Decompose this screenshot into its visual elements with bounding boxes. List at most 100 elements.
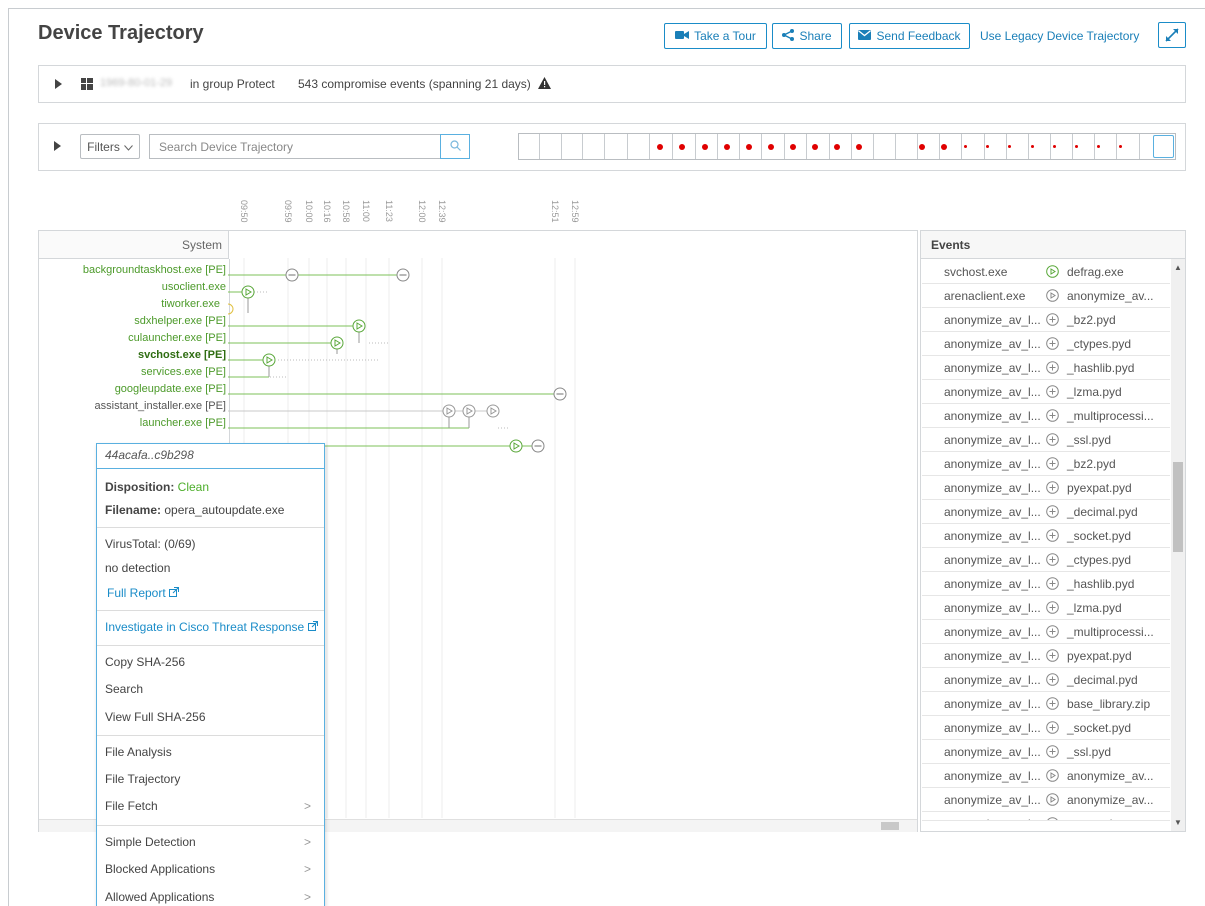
timeline-event-dot[interactable]: [919, 144, 925, 150]
timeline-event-dot[interactable]: [768, 144, 774, 150]
timeline-event-dot[interactable]: [812, 144, 818, 150]
event-row[interactable]: anonymize_av_l... _socket.pyd: [922, 717, 1170, 740]
scroll-down-icon[interactable]: ▼: [1174, 818, 1182, 827]
send-feedback-button[interactable]: Send Feedback: [849, 23, 970, 49]
device-hostname[interactable]: 1969-80-01-29: [100, 77, 172, 89]
timeline-event-dot-small[interactable]: [1075, 145, 1078, 148]
timeline-segment[interactable]: [984, 134, 985, 159]
timeline-event-dot[interactable]: [657, 144, 663, 150]
share-button[interactable]: Share: [772, 23, 842, 49]
timeline-segment[interactable]: [672, 134, 673, 159]
take-a-tour-button[interactable]: Take a Tour: [664, 23, 767, 49]
timeline-segment[interactable]: [1028, 134, 1029, 159]
event-row[interactable]: anonymize_av_l... _lzma.pyd: [922, 597, 1170, 620]
legacy-trajectory-link[interactable]: Use Legacy Device Trajectory: [980, 29, 1139, 43]
process-launch-event[interactable]: [352, 319, 366, 333]
events-scroll-thumb[interactable]: [1173, 462, 1183, 552]
timeline-segment[interactable]: [895, 134, 896, 159]
timeline-event-dot[interactable]: [679, 144, 685, 150]
process-launch-event[interactable]: [262, 353, 276, 367]
timeline-event-dot[interactable]: [724, 144, 730, 150]
search-button[interactable]: [440, 134, 470, 159]
event-row[interactable]: anonymize_av_l... _bz2.pyd: [922, 453, 1170, 476]
timeline-event-dot[interactable]: [941, 144, 947, 150]
allowed-applications-item[interactable]: Allowed Applications >: [105, 890, 317, 904]
expand-filter-caret-icon[interactable]: [54, 141, 61, 151]
timeline-event-dot[interactable]: [790, 144, 796, 150]
event-row[interactable]: anonymize_av_l... anonymize_av...: [922, 813, 1170, 821]
process-launch-event[interactable]: [228, 303, 234, 315]
timeline-event-dot-small[interactable]: [1008, 145, 1011, 148]
trajectory-graph[interactable]: [228, 258, 918, 818]
timeline-event-dot-small[interactable]: [964, 145, 967, 148]
event-row[interactable]: anonymize_av_l... _ctypes.pyd: [922, 549, 1170, 572]
process-label[interactable]: culauncher.exe [PE]: [128, 332, 226, 344]
timeline-segment[interactable]: [806, 134, 807, 159]
event-row[interactable]: anonymize_av_l... pyexpat.pyd: [922, 477, 1170, 500]
copy-sha-item[interactable]: Copy SHA-256: [105, 655, 185, 669]
full-report-link[interactable]: Full Report: [107, 586, 180, 600]
timeline-segment[interactable]: [917, 134, 918, 159]
view-full-sha-item[interactable]: View Full SHA-256: [105, 710, 206, 724]
event-row[interactable]: anonymize_av_l... anonymize_av...: [922, 789, 1170, 812]
timeline-event-dot-small[interactable]: [1031, 145, 1034, 148]
timeline-segment[interactable]: [582, 134, 583, 159]
process-launch-event[interactable]: [486, 404, 500, 418]
process-launch-event[interactable]: [330, 336, 344, 350]
event-timeline[interactable]: [518, 133, 1176, 160]
timeline-segment[interactable]: [851, 134, 852, 159]
timeline-segment[interactable]: [1116, 134, 1117, 159]
event-row[interactable]: anonymize_av_l... _lzma.pyd: [922, 381, 1170, 404]
horizontal-scroll-thumb[interactable]: [881, 822, 899, 830]
timeline-segment[interactable]: [717, 134, 718, 159]
timeline-segment[interactable]: [761, 134, 762, 159]
timeline-event-dot[interactable]: [746, 144, 752, 150]
timeline-segment[interactable]: [695, 134, 696, 159]
timeline-segment[interactable]: [649, 134, 650, 159]
process-label[interactable]: svchost.exe [PE]: [138, 349, 226, 361]
file-analysis-item[interactable]: File Analysis: [105, 745, 172, 759]
process-label[interactable]: googleupdate.exe [PE]: [115, 383, 226, 395]
event-row[interactable]: anonymize_av_l... _hashlib.pyd: [922, 573, 1170, 596]
timeline-segment[interactable]: [1094, 134, 1095, 159]
timeline-segment[interactable]: [1072, 134, 1073, 159]
timeline-event-dot-small[interactable]: [1053, 145, 1056, 148]
event-row[interactable]: anonymize_av_l... _decimal.pyd: [922, 669, 1170, 692]
timeline-segment[interactable]: [939, 134, 940, 159]
process-label[interactable]: sdxhelper.exe [PE]: [134, 315, 226, 327]
process-launch-event[interactable]: [462, 404, 476, 418]
filters-dropdown[interactable]: Filters: [80, 134, 140, 159]
process-label[interactable]: backgroundtaskhost.exe [PE]: [83, 264, 226, 276]
search-input[interactable]: Search Device Trajectory: [149, 134, 441, 159]
event-row[interactable]: anonymize_av_l... _multiprocessi...: [922, 405, 1170, 428]
process-label[interactable]: tiworker.exe: [161, 298, 220, 310]
search-item[interactable]: Search: [105, 682, 143, 696]
event-row[interactable]: anonymize_av_l... pyexpat.pyd: [922, 645, 1170, 668]
events-vertical-scrollbar[interactable]: ▲ ▼: [1171, 259, 1185, 831]
timeline-segment[interactable]: [1139, 134, 1140, 159]
timeline-event-dot-small[interactable]: [1119, 145, 1122, 148]
timeline-segment[interactable]: [1050, 134, 1051, 159]
process-launch-event[interactable]: [442, 404, 456, 418]
process-label[interactable]: services.exe [PE]: [141, 366, 226, 378]
process-label[interactable]: usoclient.exe: [162, 281, 226, 293]
timeline-event-dot[interactable]: [834, 144, 840, 150]
event-row[interactable]: anonymize_av_l... _multiprocessi...: [922, 621, 1170, 644]
timeline-segment[interactable]: [829, 134, 830, 159]
event-row[interactable]: anonymize_av_l... anonymize_av...: [922, 765, 1170, 788]
expand-device-caret-icon[interactable]: [55, 79, 62, 89]
timeline-event-dot-small[interactable]: [986, 145, 989, 148]
simple-detection-item[interactable]: Simple Detection >: [105, 835, 317, 849]
timeline-segment[interactable]: [627, 134, 628, 159]
timeline-segment[interactable]: [739, 134, 740, 159]
timeline-event-dot[interactable]: [856, 144, 862, 150]
process-label[interactable]: assistant_installer.exe [PE]: [95, 400, 226, 412]
process-launch-event[interactable]: [241, 285, 255, 299]
timeline-segment[interactable]: [1006, 134, 1007, 159]
event-row[interactable]: anonymize_av_l... _socket.pyd: [922, 525, 1170, 548]
event-row[interactable]: arenaclient.exe anonymize_av...: [922, 285, 1170, 308]
timeline-segment[interactable]: [873, 134, 874, 159]
file-fetch-item[interactable]: File Fetch >: [105, 799, 317, 813]
timeline-segment[interactable]: [961, 134, 962, 159]
event-row[interactable]: anonymize_av_l... base_library.zip: [922, 693, 1170, 716]
